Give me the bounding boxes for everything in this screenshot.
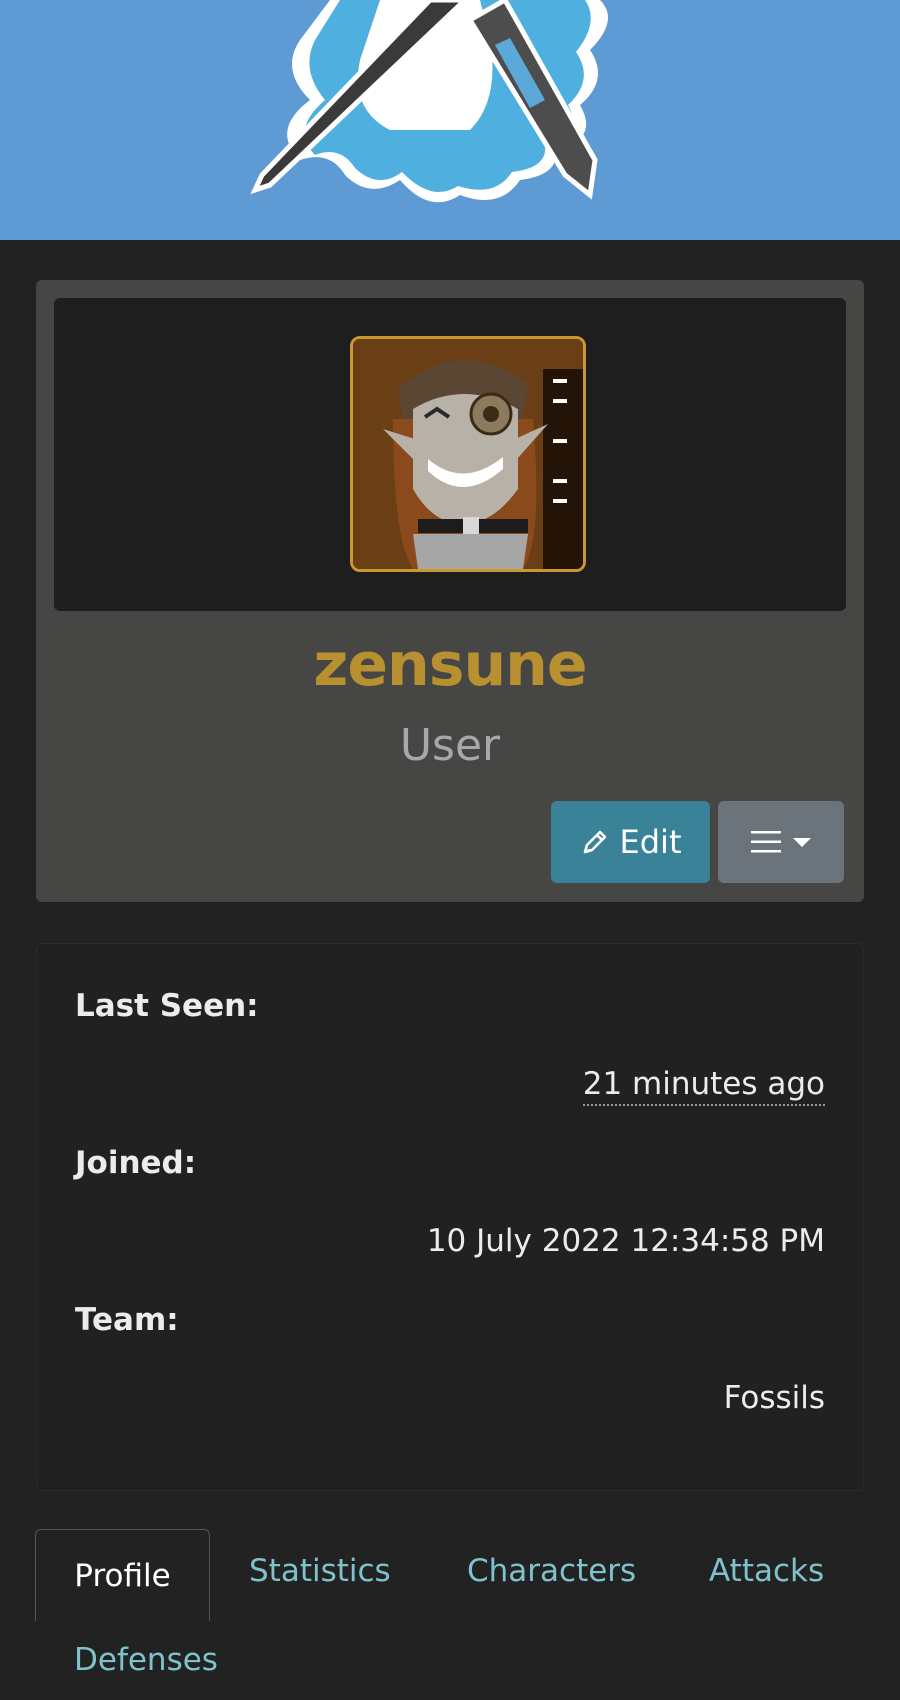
edit-button-label: Edit [619,823,682,861]
team-value: Fossils [723,1380,825,1416]
last-seen-time[interactable]: 21 minutes ago [582,1066,825,1106]
site-banner [0,0,900,240]
tab-statistics[interactable]: Statistics [249,1553,391,1589]
edit-button[interactable]: Edit [551,801,710,883]
profile-card: zensune User Edit [36,280,864,902]
joined-value: 10 July 2022 12:34:58 PM [426,1223,825,1259]
tab-profile[interactable]: Profile [35,1529,210,1621]
user-info-card: Last Seen: 21 minutes ago Joined: 10 Jul… [36,943,864,1491]
profile-tabs: Profile Statistics Characters Attacks De… [0,1529,900,1700]
last-seen-label: Last Seen: [75,988,259,1024]
joined-label: Joined: [75,1145,197,1181]
tab-attacks[interactable]: Attacks [709,1553,824,1589]
tab-characters[interactable]: Characters [467,1553,636,1589]
avatar[interactable] [350,336,586,572]
user-avatar-icon [353,339,583,569]
hamburger-icon [751,831,781,853]
brush-pen-logo-icon [0,0,900,240]
user-role: User [399,720,501,771]
tab-defenses[interactable]: Defenses [74,1642,218,1678]
caret-down-icon [793,838,811,847]
pencil-icon [583,830,606,854]
avatar-panel [54,298,846,611]
profile-menu-button[interactable] [718,801,844,883]
team-label: Team: [75,1302,179,1338]
username: zensune [313,630,587,700]
last-seen-value: 21 minutes ago [582,1066,825,1106]
